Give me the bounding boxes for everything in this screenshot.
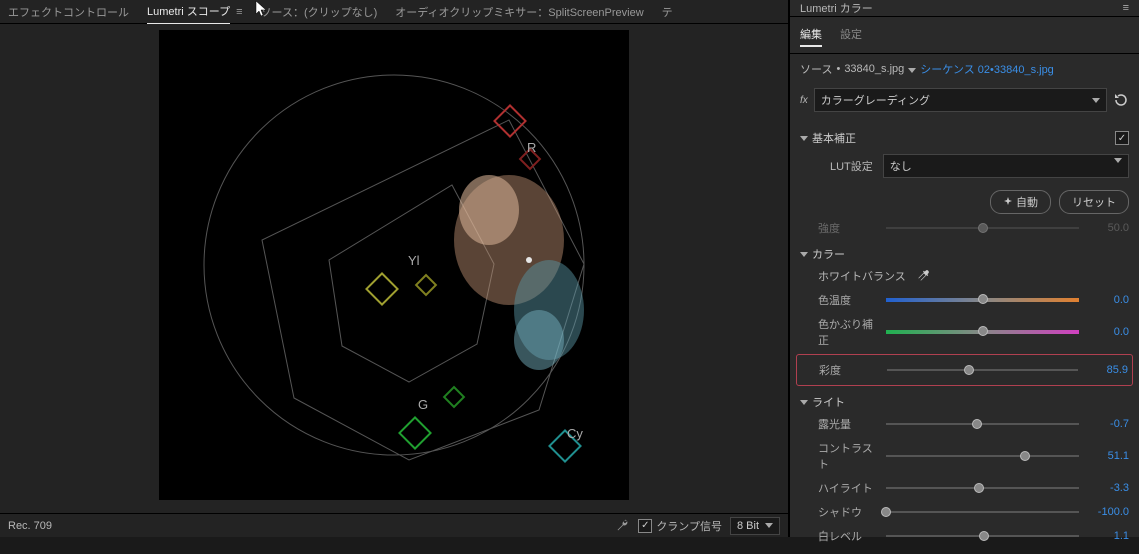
light-section-header[interactable]: ライト [800,388,1129,412]
top-tab-bar: エフェクトコントロール Lumetri スコープ ≡ ソース：(クリップなし) … [0,0,788,24]
saturation-slider[interactable] [887,369,1078,371]
contrast-slider[interactable] [886,455,1079,457]
saturation-label: 彩度 [801,362,881,378]
tab-source[interactable]: ソース：(クリップなし) [261,0,378,24]
highlight-value[interactable]: -3.3 [1085,482,1129,494]
white-value[interactable]: 1.1 [1085,530,1129,542]
subtab-settings[interactable]: 設定 [840,23,862,47]
contrast-label: コントラスト [800,440,880,472]
temperature-label: 色温度 [800,292,880,308]
bit-depth-select[interactable]: 8 Bit [730,517,780,535]
shadow-slider[interactable] [886,511,1079,513]
tab-lumetri-scope[interactable]: Lumetri スコープ [147,0,230,25]
scope-label-cy: Cy [567,426,583,441]
eyedropper-icon[interactable] [916,269,930,283]
clamp-checkbox[interactable]: クランプ信号 [638,518,722,534]
highlight-slider[interactable] [886,487,1079,489]
intensity-slider[interactable] [886,227,1079,229]
sequence-link[interactable]: シーケンス 02•33840_s.jpg [920,61,1054,77]
scope-label-yl: Yl [408,253,420,268]
panel-header: Lumetri カラー ≡ [790,0,1139,17]
effect-select[interactable]: カラーグレーディング [814,88,1107,112]
tab-menu-icon[interactable]: ≡ [236,6,242,18]
lut-select[interactable]: なし [883,154,1129,178]
shadow-label: シャドウ [800,504,880,520]
scope-area: R Mg B Cy G Yl [0,24,788,513]
status-bar: Rec. 709 クランプ信号 8 Bit [0,513,788,537]
fx-badge: fx [800,95,808,106]
white-label: 白レベル [800,528,880,544]
saturation-value[interactable]: 85.9 [1084,364,1128,376]
tint-value[interactable]: 0.0 [1085,326,1129,338]
tab-more[interactable]: テ [662,0,673,24]
tab-audio-mixer[interactable]: オーディオクリップミキサー：SplitScreenPreview [395,0,643,24]
panel-title: Lumetri カラー [800,0,873,16]
reset-icon[interactable] [1113,92,1129,108]
temperature-slider[interactable] [886,298,1079,302]
exposure-slider[interactable] [886,423,1079,425]
temperature-value[interactable]: 0.0 [1085,294,1129,306]
reset-button[interactable]: リセット [1059,190,1129,214]
wrench-icon[interactable] [616,519,630,533]
source-row: ソース•33840_s.jpg シーケンス 02•33840_s.jpg [790,54,1139,84]
basic-correction-toggle[interactable] [1115,131,1129,145]
basic-correction-header[interactable]: 基本補正 [800,130,856,146]
tab-effect-control[interactable]: エフェクトコントロール [8,0,129,24]
intensity-label: 強度 [800,220,880,236]
tint-label: 色かぶり補正 [800,316,880,348]
exposure-label: 露光量 [800,416,880,432]
intensity-value: 50.0 [1085,222,1129,234]
scope-label-r: R [527,140,536,155]
subtab-edit[interactable]: 編集 [800,23,822,47]
whitebalance-label: ホワイトバランス [818,268,906,284]
vectorscope-canvas: R Mg B Cy G Yl [159,30,629,500]
color-section-header[interactable]: カラー [800,240,1129,264]
tint-slider[interactable] [886,330,1079,334]
exposure-value[interactable]: -0.7 [1085,418,1129,430]
panel-menu-icon[interactable]: ≡ [1123,2,1129,14]
panel-subtabs: 編集 設定 [790,17,1139,54]
highlight-label: ハイライト [800,480,880,496]
shadow-value[interactable]: -100.0 [1085,506,1129,518]
scope-label-g: G [418,397,428,412]
lut-label: LUT設定 [830,158,873,174]
colorspace-label: Rec. 709 [8,520,52,532]
contrast-value[interactable]: 51.1 [1085,450,1129,462]
auto-button[interactable]: 自動 [990,190,1051,214]
